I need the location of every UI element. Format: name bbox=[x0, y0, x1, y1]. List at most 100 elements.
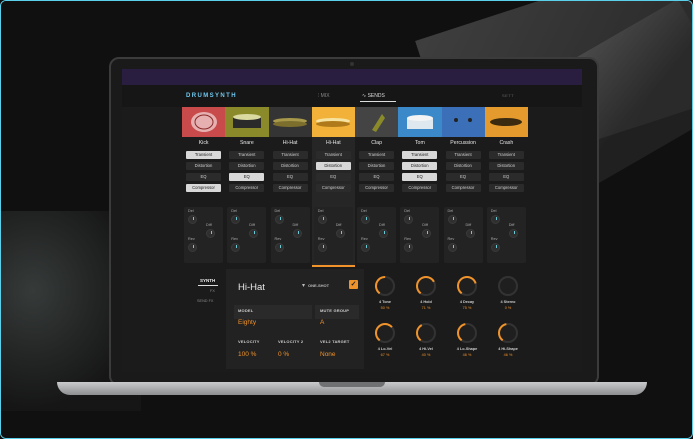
knob-rev[interactable] bbox=[317, 243, 327, 252]
fx-button-eq[interactable]: EQ bbox=[272, 173, 308, 181]
tab-mix-label: MIX bbox=[320, 93, 330, 99]
knob-diff[interactable] bbox=[508, 229, 518, 238]
knob-diff[interactable] bbox=[335, 229, 345, 238]
fx-button-transient[interactable]: Transient bbox=[488, 151, 524, 159]
fx-button-eq[interactable]: EQ bbox=[229, 173, 265, 181]
model-value[interactable]: Eighty bbox=[238, 319, 256, 326]
macro-knob[interactable] bbox=[415, 275, 437, 297]
fx-button-transient[interactable]: Transient bbox=[272, 151, 308, 159]
knob-diff[interactable] bbox=[422, 229, 432, 238]
knob-diff[interactable] bbox=[379, 229, 388, 238]
fx-button-eq[interactable]: EQ bbox=[402, 173, 438, 181]
knob-indicator bbox=[211, 231, 212, 234]
send-knobs: Del Diff Rev bbox=[227, 207, 267, 263]
fx-button-compressor[interactable]: Compressor bbox=[359, 184, 394, 192]
macro-knob[interactable] bbox=[456, 322, 478, 344]
fx-button-eq[interactable]: EQ bbox=[488, 173, 524, 181]
knob-indicator bbox=[409, 217, 411, 220]
knob-del[interactable] bbox=[490, 215, 500, 224]
tab-mix[interactable]: ⫶ MIX bbox=[318, 93, 330, 99]
knob-indicator bbox=[366, 217, 367, 220]
knob-del[interactable] bbox=[231, 215, 241, 224]
knob-diff[interactable] bbox=[249, 229, 259, 238]
knob-label-del: Del bbox=[231, 209, 237, 213]
fx-button-distortion[interactable]: Distortion bbox=[186, 162, 221, 170]
knob-label-del: Del bbox=[490, 209, 497, 213]
tab-sends[interactable]: ∿ SENDS bbox=[362, 93, 385, 99]
macro-knob[interactable] bbox=[456, 275, 478, 297]
knob-del[interactable] bbox=[404, 215, 414, 224]
macro-name: 4 Decay bbox=[459, 300, 475, 304]
pad-crash[interactable] bbox=[484, 107, 528, 137]
chevron-down-icon[interactable]: ▾ bbox=[302, 282, 305, 289]
fx-button-distortion[interactable]: Distortion bbox=[445, 162, 481, 170]
knob-del[interactable] bbox=[274, 215, 284, 224]
pad-hihat[interactable] bbox=[268, 107, 312, 137]
macro-knob[interactable] bbox=[374, 322, 396, 344]
pad-percussion[interactable] bbox=[441, 107, 485, 137]
fx-button-transient[interactable]: Transient bbox=[402, 151, 438, 159]
fx-button-distortion[interactable]: Distortion bbox=[272, 162, 308, 170]
knob-del[interactable] bbox=[447, 215, 457, 224]
mute-group-value[interactable]: A bbox=[320, 319, 324, 326]
fx-button-transient[interactable]: Transient bbox=[229, 151, 265, 159]
macro-knob[interactable] bbox=[497, 275, 519, 297]
fx-button-compressor[interactable]: Compressor bbox=[402, 184, 438, 192]
velocity2-value[interactable]: 0 % bbox=[278, 351, 289, 358]
knob-del[interactable] bbox=[188, 215, 197, 224]
sidebar-fx[interactable]: FX bbox=[210, 289, 215, 293]
fx-button-compressor[interactable]: Compressor bbox=[315, 184, 351, 192]
fx-button-compressor[interactable]: Compressor bbox=[488, 184, 524, 192]
fx-button-distortion[interactable]: Distortion bbox=[402, 162, 438, 170]
fx-button-eq[interactable]: EQ bbox=[186, 173, 221, 181]
pad-tom[interactable] bbox=[398, 107, 442, 137]
fx-button-distortion[interactable]: Distortion bbox=[359, 162, 394, 170]
fx-button-compressor[interactable]: Compressor bbox=[229, 184, 265, 192]
pad-snare[interactable] bbox=[225, 107, 269, 137]
macro-knob[interactable] bbox=[374, 275, 396, 297]
lane-6: Percussion Transient Distortion EQ Compresso… bbox=[442, 137, 485, 265]
knob-diff[interactable] bbox=[292, 229, 302, 238]
sidebar-send-fx[interactable]: SEND FX bbox=[197, 299, 213, 303]
knob-rev[interactable] bbox=[404, 243, 414, 252]
pad-clap[interactable] bbox=[355, 107, 399, 137]
fx-button-transient[interactable]: Transient bbox=[186, 151, 221, 159]
knob-diff[interactable] bbox=[206, 229, 215, 238]
knob-rev[interactable] bbox=[231, 243, 241, 252]
pad-hihat-selected[interactable] bbox=[311, 107, 355, 137]
macro-knob[interactable] bbox=[497, 322, 519, 344]
knob-indicator bbox=[322, 245, 324, 248]
one-shot-checkbox[interactable]: ✓ bbox=[349, 280, 358, 289]
fx-button-compressor[interactable]: Compressor bbox=[445, 184, 481, 192]
knob-rev[interactable] bbox=[490, 243, 500, 252]
knob-rev[interactable] bbox=[447, 243, 457, 252]
app-logo: DRUMSYNTH bbox=[186, 93, 237, 99]
knob-diff[interactable] bbox=[465, 229, 475, 238]
knob-rev[interactable] bbox=[188, 243, 197, 252]
knob-del[interactable] bbox=[361, 215, 370, 224]
knob-rev[interactable] bbox=[361, 243, 370, 252]
fx-button-eq[interactable]: EQ bbox=[315, 173, 351, 181]
knob-rev[interactable] bbox=[274, 243, 284, 252]
fx-button-compressor[interactable]: Compressor bbox=[272, 184, 308, 192]
fx-button-eq[interactable]: EQ bbox=[445, 173, 481, 181]
macro-knob[interactable] bbox=[415, 322, 437, 344]
fx-button-eq[interactable]: EQ bbox=[359, 173, 394, 181]
fx-button-distortion[interactable]: Distortion bbox=[488, 162, 524, 170]
fx-button-distortion[interactable]: Distortion bbox=[229, 162, 265, 170]
sidebar-synth[interactable]: SYNTH bbox=[200, 278, 215, 283]
fx-button-compressor[interactable]: Compressor bbox=[186, 184, 221, 192]
settings-label[interactable]: SETT bbox=[502, 93, 514, 98]
vel2-target-value[interactable]: None bbox=[320, 351, 336, 358]
knob-label-diff: Diff bbox=[508, 223, 515, 227]
send-knobs: Del Diff Rev bbox=[443, 207, 483, 263]
fx-button-distortion[interactable]: Distortion bbox=[315, 162, 351, 170]
fx-button-transient[interactable]: Transient bbox=[445, 151, 481, 159]
velocity-value[interactable]: 100 % bbox=[238, 351, 256, 358]
instrument-name[interactable]: Hi-Hat bbox=[238, 282, 265, 293]
knob-del[interactable] bbox=[317, 215, 327, 224]
lane-name: Clap bbox=[371, 140, 382, 146]
pad-kick[interactable] bbox=[182, 107, 226, 137]
fx-button-transient[interactable]: Transient bbox=[315, 151, 351, 159]
fx-button-transient[interactable]: Transient bbox=[359, 151, 394, 159]
